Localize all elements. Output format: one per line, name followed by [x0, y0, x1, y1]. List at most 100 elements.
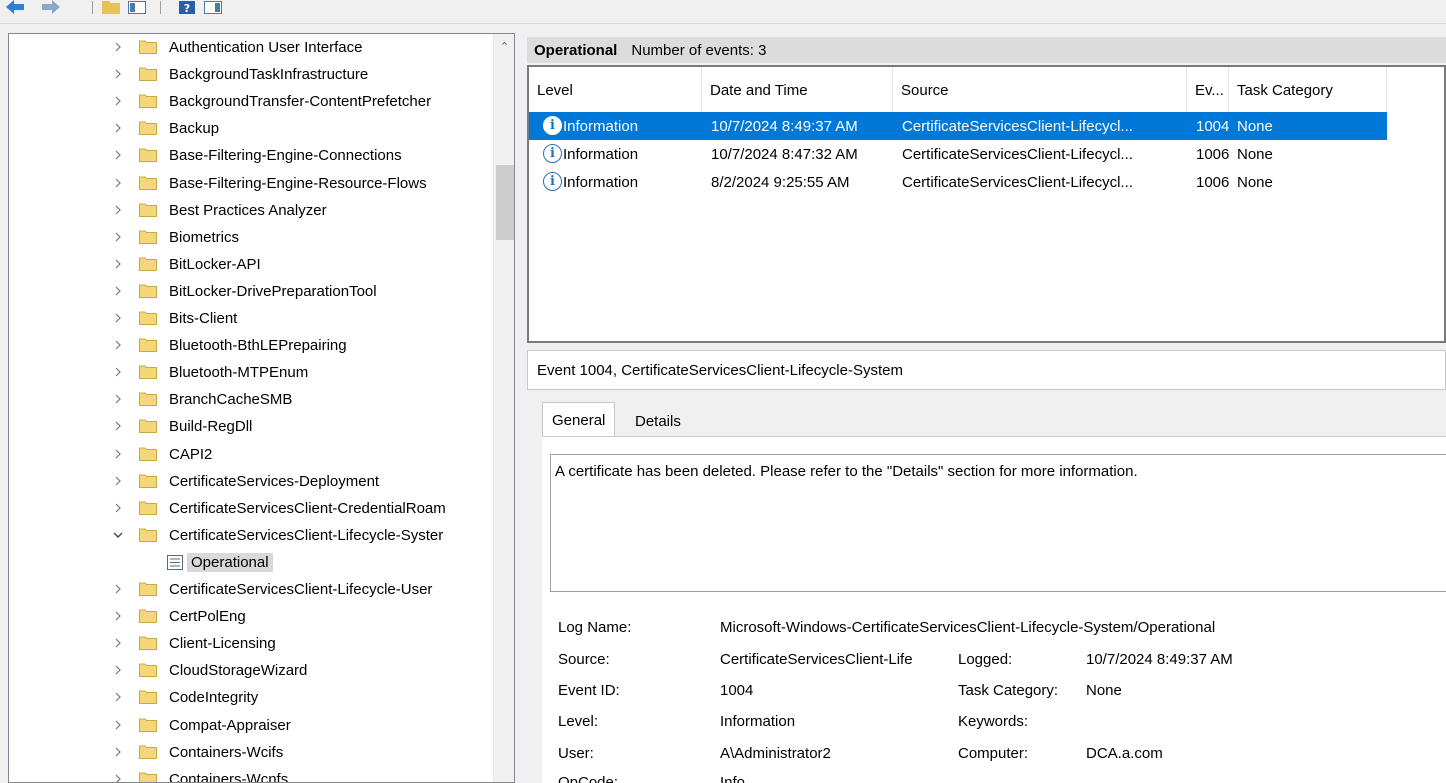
- chevron-right-icon[interactable]: [111, 311, 125, 325]
- tree-item[interactable]: CertificateServicesClient-Lifecycle-Syst…: [9, 522, 499, 549]
- event-row[interactable]: i Information 10/7/2024 8:47:32 AM Certific…: [529, 140, 1387, 168]
- tree-item[interactable]: Containers-Wcnfs: [9, 766, 499, 783]
- chevron-right-icon[interactable]: [111, 419, 125, 433]
- chevron-right-icon[interactable]: [111, 447, 125, 461]
- chevron-right-icon[interactable]: [111, 203, 125, 217]
- event-description[interactable]: A certificate has been deleted. Please r…: [550, 454, 1446, 592]
- help-icon: ?: [179, 0, 195, 14]
- tree-item[interactable]: Bluetooth-BthLEPrepairing: [9, 332, 499, 359]
- event-detail-title: Event 1004, CertificateServicesClient-Li…: [527, 350, 1446, 390]
- column-header-task-category[interactable]: Task Category: [1229, 67, 1387, 114]
- chevron-right-icon[interactable]: [111, 121, 125, 135]
- tree-item[interactable]: CertificateServicesClient-Lifecycle-User: [9, 576, 499, 603]
- event-row[interactable]: i Information 8/2/2024 9:25:55 AM Certifica…: [529, 168, 1387, 196]
- chevron-right-icon[interactable]: [111, 745, 125, 759]
- tree-item[interactable]: CloudStorageWizard: [9, 657, 499, 684]
- tree-item[interactable]: Biometrics: [9, 224, 499, 251]
- chevron-right-icon[interactable]: [111, 718, 125, 732]
- tree-item[interactable]: BackgroundTransfer-ContentPrefetcher: [9, 88, 499, 115]
- event-row[interactable]: i Information 10/7/2024 8:49:37 AM Certific…: [529, 112, 1387, 140]
- tree-item[interactable]: BackgroundTaskInfrastructure: [9, 61, 499, 88]
- chevron-right-icon[interactable]: [111, 690, 125, 704]
- folder-icon: [139, 93, 157, 109]
- tree-item[interactable]: Backup: [9, 115, 499, 142]
- chevron-right-icon[interactable]: [111, 148, 125, 162]
- event-count: Number of events: 3: [631, 41, 767, 59]
- tree-item-label: Containers-Wcnfs: [169, 770, 289, 783]
- tree-item[interactable]: Bits-Client: [9, 305, 499, 332]
- tree-item[interactable]: CertificateServicesClient-CredentialRoam: [9, 495, 499, 522]
- tree-item[interactable]: Base-Filtering-Engine-Connections: [9, 142, 499, 169]
- user-value[interactable]: A\Administrator2: [720, 745, 831, 762]
- events-table[interactable]: Level Date and Time Source Ev... Task Ca…: [527, 65, 1446, 343]
- column-header-event-id[interactable]: Ev...: [1187, 67, 1229, 114]
- column-header-date-time[interactable]: Date and Time: [702, 67, 893, 114]
- tree-item[interactable]: CertificateServices-Deployment: [9, 468, 499, 495]
- chevron-right-icon[interactable]: [111, 636, 125, 650]
- tree-item[interactable]: BitLocker-API: [9, 251, 499, 278]
- chevron-right-icon[interactable]: [111, 176, 125, 190]
- tree-item-operational[interactable]: Operational: [9, 549, 499, 576]
- tree-item[interactable]: Base-Filtering-Engine-Resource-Flows: [9, 170, 499, 197]
- source-value[interactable]: CertificateServicesClient-Life: [720, 651, 956, 668]
- tree-item[interactable]: Build-RegDll: [9, 413, 499, 440]
- help-button[interactable]: ?: [176, 0, 198, 14]
- tree-item[interactable]: CAPI2: [9, 441, 499, 468]
- tree-item[interactable]: Authentication User Interface: [9, 34, 499, 61]
- log-name-value[interactable]: Microsoft-Windows-CertificateServicesCli…: [720, 619, 1215, 636]
- chevron-down-icon[interactable]: [111, 528, 125, 542]
- chevron-right-icon[interactable]: [111, 772, 125, 782]
- task-category-value[interactable]: None: [1086, 682, 1122, 699]
- folder-icon: [139, 689, 157, 705]
- folder-icon: [139, 744, 157, 759]
- tree-item-label: BackgroundTaskInfrastructure: [169, 66, 369, 84]
- log-name-label: Log Name:: [558, 619, 632, 636]
- folder-icon: [139, 391, 157, 407]
- level-value[interactable]: Information: [720, 713, 795, 730]
- chevron-right-icon[interactable]: [111, 284, 125, 298]
- chevron-right-icon[interactable]: [111, 40, 125, 54]
- show-hide-tree-button[interactable]: [126, 0, 148, 14]
- opcode-value[interactable]: Info: [720, 774, 745, 783]
- column-header-source[interactable]: Source: [893, 67, 1187, 114]
- chevron-right-icon[interactable]: [111, 365, 125, 379]
- folder-icon: [139, 473, 157, 488]
- tree-item[interactable]: Containers-Wcifs: [9, 739, 499, 766]
- tree-item[interactable]: CertPolEng: [9, 603, 499, 630]
- tab-general[interactable]: General: [542, 402, 616, 437]
- chevron-right-icon[interactable]: [111, 257, 125, 271]
- chevron-right-icon[interactable]: [111, 392, 125, 406]
- back-button[interactable]: [2, 0, 28, 14]
- event-id-value[interactable]: 1004: [720, 682, 753, 699]
- chevron-right-icon[interactable]: [111, 663, 125, 677]
- tree-item[interactable]: CodeIntegrity: [9, 684, 499, 711]
- chevron-right-icon[interactable]: [111, 474, 125, 488]
- tree-item[interactable]: Client-Licensing: [9, 630, 499, 657]
- logged-value[interactable]: 10/7/2024 8:49:37 AM: [1086, 651, 1233, 668]
- event-cell-event-id: 1004: [1196, 117, 1230, 135]
- chevron-right-icon[interactable]: [111, 230, 125, 244]
- computer-value[interactable]: DCA.a.com: [1086, 745, 1163, 762]
- tree-item-label: Client-Licensing: [169, 635, 276, 653]
- console-tree[interactable]: ⌃ Authentication User Interface Backgroun…: [8, 33, 515, 783]
- forward-button[interactable]: [38, 0, 64, 14]
- chevron-right-icon[interactable]: [111, 338, 125, 352]
- folder-icon: [139, 283, 157, 298]
- up-button[interactable]: [100, 0, 122, 14]
- tree-item[interactable]: BranchCacheSMB: [9, 386, 499, 413]
- folder-up-icon: [102, 0, 120, 14]
- tree-item[interactable]: Bluetooth-MTPEnum: [9, 359, 499, 386]
- show-hide-action-pane-button[interactable]: [202, 0, 224, 14]
- tree-item[interactable]: BitLocker-DrivePreparationTool: [9, 278, 499, 305]
- tree-item[interactable]: Compat-Appraiser: [9, 712, 499, 739]
- chevron-right-icon[interactable]: [111, 94, 125, 108]
- chevron-right-icon[interactable]: [111, 609, 125, 623]
- chevron-right-icon[interactable]: [111, 501, 125, 515]
- tree-item[interactable]: Best Practices Analyzer: [9, 197, 499, 224]
- tree-item-label: Containers-Wcifs: [169, 743, 284, 761]
- tab-details[interactable]: Details: [626, 406, 690, 436]
- toolbar-separator: [160, 1, 161, 14]
- chevron-right-icon[interactable]: [111, 582, 125, 596]
- chevron-right-icon[interactable]: [111, 67, 125, 81]
- column-header-level[interactable]: Level: [529, 67, 702, 114]
